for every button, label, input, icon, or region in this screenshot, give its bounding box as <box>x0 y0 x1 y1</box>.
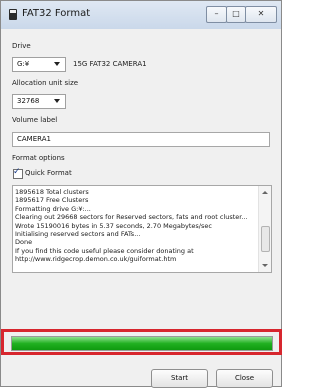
start-button[interactable]: Start <box>151 369 208 388</box>
log-line: Formatting drive G:¥:... <box>15 204 91 213</box>
quick-format-checkbox[interactable]: ✓ <box>13 167 23 179</box>
close-button[interactable]: Close <box>216 369 273 388</box>
progress-bar-fill <box>12 337 272 350</box>
drive-selected-value: G:¥ <box>17 60 30 68</box>
log-line: Clearing out 29668 sectors for Reserved … <box>15 213 248 222</box>
log-line: Wrote 15190016 bytes in 5.37 seconds, 2.… <box>15 221 212 230</box>
log-line: If you find this code useful please cons… <box>15 246 194 255</box>
minimize-button[interactable]: – <box>206 6 227 23</box>
format-options-label: Format options <box>12 154 65 162</box>
usb-drive-icon <box>9 9 17 20</box>
log-output[interactable]: 1895618 Total clusters 1895617 Free Clust… <box>12 185 272 273</box>
checkmark-icon: ✓ <box>13 167 21 177</box>
scroll-up-arrow-icon[interactable] <box>262 191 268 194</box>
volume-label-input[interactable]: CAMERA1 <box>12 132 270 147</box>
chevron-down-icon <box>54 62 60 66</box>
volume-label-value: CAMERA1 <box>17 135 51 143</box>
chevron-down-icon <box>54 99 60 103</box>
volume-label-label: Volume label <box>12 116 58 124</box>
maximize-button[interactable]: □ <box>226 6 246 23</box>
log-line: Done <box>15 238 33 247</box>
drive-info-text: 15G FAT32 CAMERA1 <box>73 60 147 68</box>
window-close-button[interactable]: ✕ <box>245 6 277 23</box>
window-title: FAT32 Format <box>22 8 91 19</box>
allocation-selected-value: 32768 <box>17 97 40 105</box>
quick-format-label[interactable]: Quick Format <box>25 169 72 177</box>
log-line: 1895618 Total clusters <box>15 188 89 196</box>
allocation-unit-size-label: Allocation unit size <box>12 79 79 87</box>
title-bar[interactable]: FAT32 Format – □ ✕ <box>1 1 281 29</box>
drive-label: Drive <box>12 42 31 50</box>
scroll-down-arrow-icon[interactable] <box>262 264 268 267</box>
fat32-format-window: FAT32 Format – □ ✕ Drive G:¥ 15G FAT32 C… <box>0 0 282 388</box>
allocation-unit-size-select[interactable]: 32768 <box>12 94 66 109</box>
log-lines: 1895618 Total clusters 1895617 Free Clust… <box>15 188 255 264</box>
scroll-thumb[interactable] <box>261 226 270 252</box>
log-line: http://www.ridgecrop.demon.co.uk/guiform… <box>15 255 177 264</box>
drive-select[interactable]: G:¥ <box>12 57 66 72</box>
log-line: 1895617 Free Clusters <box>15 196 89 205</box>
progress-bar <box>11 336 273 351</box>
log-line: Initialising reserved sectors and FATs..… <box>15 230 141 239</box>
log-scrollbar[interactable] <box>258 186 271 272</box>
